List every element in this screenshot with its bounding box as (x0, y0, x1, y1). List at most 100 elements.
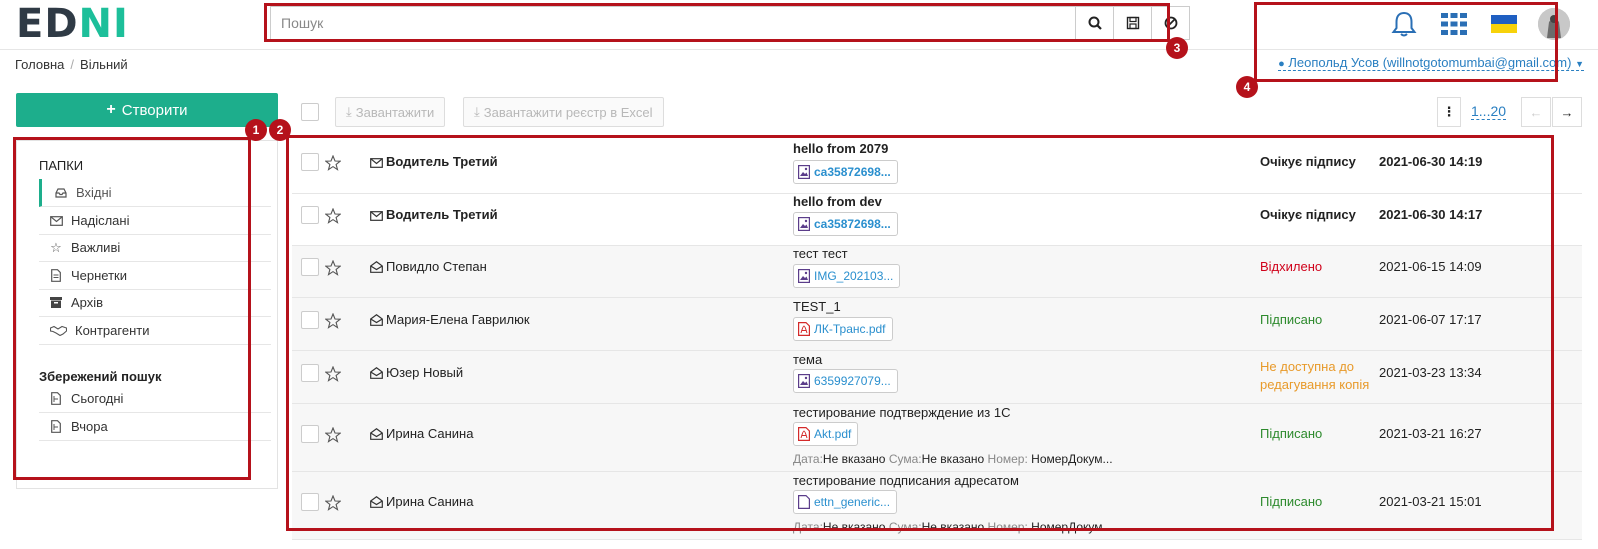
inbox-icon (54, 186, 68, 200)
row-subject: тест тест (793, 246, 848, 261)
search-button[interactable] (1075, 7, 1113, 39)
row-checkbox[interactable] (301, 153, 319, 171)
pager-range[interactable]: 1...20 (1471, 103, 1507, 120)
row-checkbox[interactable] (301, 493, 319, 511)
envelope-closed-icon (369, 156, 383, 170)
download-excel-button[interactable]: ⤓ Завантажити реєстр в Excel (463, 97, 664, 127)
row-date: 2021-03-21 15:01 (1379, 494, 1482, 509)
star-icon: ☆ (50, 239, 62, 255)
file-icon (49, 269, 63, 283)
document-list: Водитель Третий hello from 2079 ca358726… (292, 140, 1582, 540)
envelope-icon (49, 214, 63, 228)
ban-icon (1164, 16, 1177, 30)
avatar[interactable] (1538, 8, 1570, 40)
next-page-button[interactable]: → (1552, 97, 1582, 127)
attachment-chip[interactable]: 6359927079... (793, 369, 898, 393)
star-icon[interactable] (325, 495, 341, 511)
attachment-chip[interactable]: ca35872698... (793, 160, 898, 184)
row-checkbox[interactable] (301, 425, 319, 443)
attachment-chip[interactable]: Akt.pdf (793, 422, 859, 446)
sidebar-item-archive[interactable]: Архів (39, 289, 271, 317)
row-sender: Повидло Степан (386, 259, 487, 274)
breadcrumb-home[interactable]: Головна (15, 57, 64, 72)
row-date: 2021-06-07 17:17 (1379, 312, 1482, 327)
select-all-checkbox[interactable] (301, 103, 319, 121)
attachment-chip[interactable]: IMG_202103... (793, 264, 901, 288)
attachment-chip[interactable]: ЛК-Транс.pdf (793, 317, 893, 341)
attachment-chip[interactable]: ca35872698... (793, 212, 898, 236)
search-bar (270, 6, 1190, 40)
handshake-icon (49, 324, 67, 338)
table-row[interactable]: Ирина Санина тестирование подписания адр… (292, 472, 1582, 540)
apps-button[interactable] (1438, 8, 1470, 40)
arrow-right-icon: → (1560, 104, 1574, 120)
row-sender: Водитель Третий (386, 154, 498, 169)
envelope-open-icon (369, 260, 383, 274)
prev-page-button[interactable]: ← (1521, 97, 1551, 127)
caret-down-icon: ▼ (1575, 59, 1584, 69)
user-label: Леопольд Усов (willnotgotomumbai@gmail.c… (1288, 55, 1572, 70)
star-icon[interactable] (325, 427, 341, 443)
saved-search-title: Збережений пошук (39, 369, 162, 384)
saved-search-today[interactable]: Сьогодні (39, 385, 271, 413)
download-icon: ⤓ (346, 104, 352, 119)
row-date: 2021-03-23 13:34 (1379, 365, 1482, 380)
table-row[interactable]: Повидло Степан тест тест IMG_202103... В… (292, 246, 1582, 298)
clear-search-button[interactable] (1151, 7, 1189, 39)
envelope-open-icon (369, 313, 383, 327)
row-checkbox[interactable] (301, 258, 319, 276)
download-icon: ⤓ (474, 104, 480, 119)
star-icon[interactable] (325, 208, 341, 224)
table-row[interactable]: Ирина Санина тестирование подтверждение … (292, 404, 1582, 472)
language-button[interactable] (1488, 8, 1520, 40)
ukraine-flag-icon (1491, 15, 1517, 33)
user-menu[interactable]: ● Леопольд Усов (willnotgotomumbai@gmail… (1278, 55, 1584, 71)
row-meta: Дата:Не вказано Сума:Не вказано Номер: Н… (793, 452, 1113, 466)
row-date: 2021-06-15 14:09 (1379, 259, 1482, 274)
create-button[interactable]: + Створити (16, 93, 278, 127)
search-input[interactable] (271, 7, 1075, 39)
sidebar-item-contractors[interactable]: Контрагенти (39, 317, 271, 345)
row-date: 2021-03-21 16:27 (1379, 426, 1482, 441)
row-sender: Ирина Санина (386, 426, 474, 441)
row-checkbox[interactable] (301, 311, 319, 329)
status-badge: Підписано (1260, 494, 1323, 509)
bell-icon (1391, 11, 1417, 37)
table-row[interactable]: Водитель Третий hello from 2079 ca358726… (292, 140, 1582, 194)
star-icon[interactable] (325, 366, 341, 382)
attachment-chip[interactable]: ettn_generic... (793, 490, 898, 514)
status-badge: Очікує підпису (1260, 154, 1356, 169)
row-sender: Юзер Новый (386, 365, 464, 380)
table-row[interactable]: Водитель Третий hello from dev ca3587269… (292, 194, 1582, 246)
annotation-badge-2: 2 (269, 119, 291, 141)
row-sender: Ирина Санина (386, 494, 474, 509)
row-subject: тестирование подтверждение из 1С (793, 405, 1011, 420)
save-search-button[interactable] (1113, 7, 1151, 39)
table-row[interactable]: Юзер Новый тема 6359927079... Не доступн… (292, 351, 1582, 404)
annotation-badge-3: 3 (1166, 37, 1188, 59)
star-icon[interactable] (325, 155, 341, 171)
pager-options-button[interactable]: ⋮ (1437, 97, 1461, 127)
row-sender: Водитель Третий (386, 207, 498, 222)
star-icon[interactable] (325, 260, 341, 276)
table-row[interactable]: Мария-Елена Гаврилюк TEST_1 ЛК-Транс.pdf… (292, 298, 1582, 351)
image-file-icon (798, 374, 810, 388)
download-button[interactable]: ⤓ Завантажити (335, 97, 446, 127)
generic-file-icon (798, 495, 810, 509)
edin-logo[interactable]: EDNI (16, 4, 129, 44)
sidebar-item-important[interactable]: ☆ Важливі (39, 234, 271, 262)
saved-search-yesterday[interactable]: Вчора (39, 413, 271, 441)
status-badge: Очікує підпису (1260, 207, 1356, 222)
sidebar-item-inbox[interactable]: Вхідні (39, 179, 271, 207)
row-sender: Мария-Елена Гаврилюк (386, 312, 530, 327)
row-checkbox[interactable] (301, 364, 319, 382)
sidebar-item-sent[interactable]: Надіслані (39, 207, 271, 235)
row-checkbox[interactable] (301, 206, 319, 224)
folders-title: ПАПКИ (39, 158, 84, 173)
star-icon[interactable] (325, 313, 341, 329)
notifications-button[interactable] (1388, 8, 1420, 40)
sidebar-item-drafts[interactable]: Чернетки (39, 262, 271, 290)
image-file-icon (798, 269, 810, 283)
image-file-icon (798, 165, 810, 179)
header-right: ● Леопольд Усов (willnotgotomumbai@gmail… (1278, 0, 1598, 84)
